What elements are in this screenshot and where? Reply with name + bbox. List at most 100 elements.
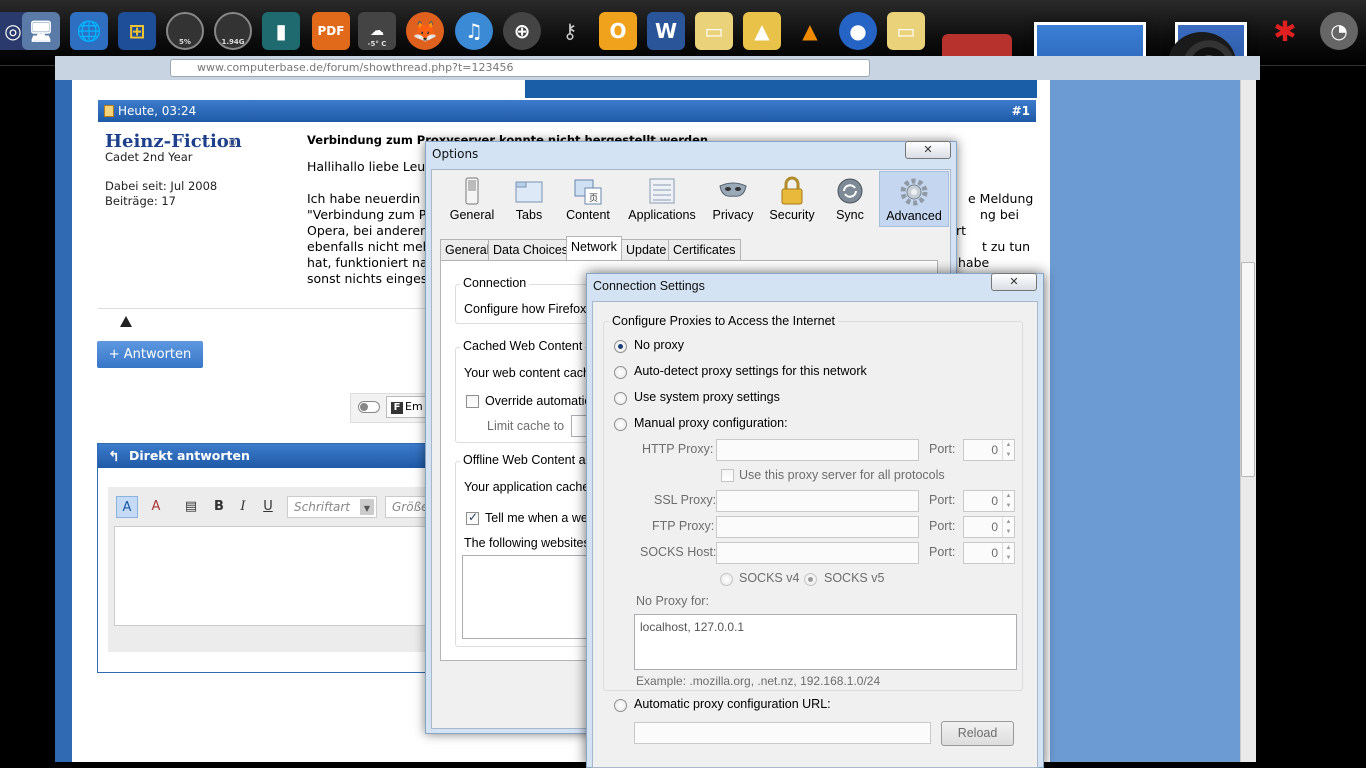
no-proxy-example: Example: .mozilla.org, .net.nz, 192.168.… xyxy=(636,674,881,688)
post-line-right: ng bei xyxy=(980,207,1019,222)
auto-detect-label: Auto-detect proxy settings for this netw… xyxy=(634,364,867,378)
online-status-icon xyxy=(229,139,236,146)
category-security[interactable]: Security xyxy=(764,171,820,227)
facebook-share-button[interactable]: F Em xyxy=(386,396,430,418)
memory-gauge-icon[interactable]: 1.94G xyxy=(214,12,252,50)
folder-icon[interactable]: ▭ xyxy=(695,12,733,50)
ftp-proxy-input[interactable] xyxy=(716,516,919,538)
font-family-select[interactable]: Schriftart ▼ xyxy=(287,496,377,518)
reply-arrow-icon: ↰ xyxy=(108,449,120,465)
connection-close-button[interactable]: ✕ xyxy=(991,273,1037,291)
manual-proxy-radio[interactable] xyxy=(614,418,627,431)
system-proxy-radio[interactable] xyxy=(614,392,627,405)
auto-detect-radio[interactable] xyxy=(614,366,627,379)
word-icon[interactable]: W xyxy=(647,12,685,50)
drive-folder-icon[interactable]: ▲ xyxy=(743,12,781,50)
vlc-icon[interactable]: ▲ xyxy=(791,12,829,50)
remove-format-icon[interactable]: A xyxy=(145,496,167,518)
paste-icon[interactable]: ▤ xyxy=(180,496,202,518)
cache-size-input[interactable] xyxy=(571,415,587,437)
url-bar[interactable]: www.computerbase.de/forum/showthread.php… xyxy=(170,59,870,77)
social-toggle-icon[interactable] xyxy=(358,401,380,413)
use-for-all-checkbox[interactable] xyxy=(721,469,734,482)
socks-port-value: 0 xyxy=(991,546,998,560)
tab-data-choices[interactable]: Data Choices xyxy=(488,239,574,261)
category-applications[interactable]: Applications xyxy=(625,171,699,227)
category-privacy[interactable]: Privacy xyxy=(710,171,756,227)
http-proxy-input[interactable] xyxy=(716,439,919,461)
socks-host-input[interactable] xyxy=(716,542,919,564)
pdf-icon[interactable]: PDF xyxy=(312,12,350,50)
post-line: Hallihallo liebe Leu xyxy=(307,159,426,174)
auto-config-url-input[interactable] xyxy=(634,722,931,744)
folder2-icon[interactable]: ▭ xyxy=(887,12,925,50)
auto-config-radio[interactable] xyxy=(614,699,627,712)
post-line: "Verbindung zum P xyxy=(307,207,427,222)
category-sync[interactable]: Sync xyxy=(832,171,868,227)
socks-v4-radio[interactable] xyxy=(720,573,733,586)
font-color-icon[interactable]: A xyxy=(116,496,138,518)
reply-button[interactable]: + Antworten xyxy=(97,341,203,368)
http-port-stepper[interactable]: 0 ▲ ▼ xyxy=(963,439,1015,461)
tab-certificates[interactable]: Certificates xyxy=(668,239,741,261)
splat-icon[interactable]: ✱ xyxy=(1266,12,1304,50)
ssl-port-stepper[interactable]: 0 ▲ ▼ xyxy=(963,490,1015,512)
username[interactable]: Heinz-Fiction xyxy=(105,131,242,152)
options-close-button[interactable]: ✕ xyxy=(905,141,951,159)
ftp-port-value: 0 xyxy=(991,520,998,534)
ssl-port-label: Port: xyxy=(929,493,956,507)
category-content[interactable]: 页 Content xyxy=(562,171,614,227)
battery-icon[interactable]: ▮ xyxy=(262,12,300,50)
category-label: Security xyxy=(769,208,815,222)
no-proxy-for-value: localhost, 127.0.0.1 xyxy=(640,620,745,634)
post-number[interactable]: #1 xyxy=(1012,100,1030,122)
italic-icon[interactable]: I xyxy=(232,496,254,518)
socks-v5-label: SOCKS v5 xyxy=(824,571,885,585)
reload-button[interactable]: Reload xyxy=(941,721,1014,746)
no-proxy-for-textarea[interactable]: localhost, 127.0.0.1 xyxy=(634,614,1017,670)
warning-icon[interactable] xyxy=(120,316,132,327)
underline-icon[interactable]: U xyxy=(257,496,279,518)
scrollbar-thumb[interactable] xyxy=(1241,262,1255,477)
bold-icon[interactable]: B xyxy=(208,496,230,518)
override-cache-checkbox[interactable] xyxy=(466,395,479,408)
outlook-icon[interactable]: O xyxy=(599,12,637,50)
manual-proxy-label: Manual proxy configuration: xyxy=(634,416,788,430)
tell-me-checkbox[interactable] xyxy=(466,510,479,525)
windows-icon[interactable]: ⊞ xyxy=(118,12,156,50)
category-advanced[interactable]: Advanced xyxy=(879,171,949,227)
key-icon[interactable]: ⚷ xyxy=(551,12,589,50)
clock-icon[interactable]: ◔ xyxy=(1320,12,1358,50)
following-websites-text: The following websites xyxy=(464,536,590,550)
network-icon[interactable]: 🌐 xyxy=(70,12,108,50)
override-cache-label: Override automatic xyxy=(485,394,591,408)
socks-v5-radio[interactable] xyxy=(804,573,817,586)
socks-port-stepper[interactable]: 0 ▲ ▼ xyxy=(963,542,1015,564)
spinner-arrows-icon: ▲ ▼ xyxy=(1002,440,1014,460)
tab-general[interactable]: General xyxy=(440,239,495,261)
offline-sites-list[interactable] xyxy=(462,555,587,639)
globe-icon[interactable]: ⊕ xyxy=(503,12,541,50)
cpu-gauge-icon[interactable]: 5% xyxy=(166,12,204,50)
category-tabs[interactable]: Tabs xyxy=(508,171,550,227)
no-proxy-radio[interactable] xyxy=(614,340,627,353)
google-earth-icon[interactable]: ● xyxy=(839,12,877,50)
tab-update[interactable]: Update xyxy=(621,239,672,261)
category-general[interactable]: General xyxy=(445,171,499,227)
ftp-port-stepper[interactable]: 0 ▲ ▼ xyxy=(963,516,1015,538)
computer-icon[interactable]: 🖥 xyxy=(22,12,60,50)
category-label: Advanced xyxy=(886,209,942,223)
post-line-right: t zu tun xyxy=(982,239,1031,254)
firefox-icon[interactable]: 🦊 xyxy=(406,12,444,50)
mask-icon xyxy=(719,182,747,197)
weather-icon[interactable]: ☁ -5° C xyxy=(358,12,396,50)
tab-network[interactable]: Network xyxy=(566,236,622,261)
no-proxy-label: No proxy xyxy=(634,338,685,352)
reply-text-area[interactable] xyxy=(114,526,438,626)
itunes-icon[interactable]: ♫ xyxy=(455,12,493,50)
connection-group-title: Connection xyxy=(460,276,530,290)
ssl-proxy-input[interactable] xyxy=(716,490,919,512)
right-column xyxy=(1050,80,1240,762)
thread-tools-bar[interactable] xyxy=(525,80,1037,98)
ftp-port-label: Port: xyxy=(929,519,956,533)
